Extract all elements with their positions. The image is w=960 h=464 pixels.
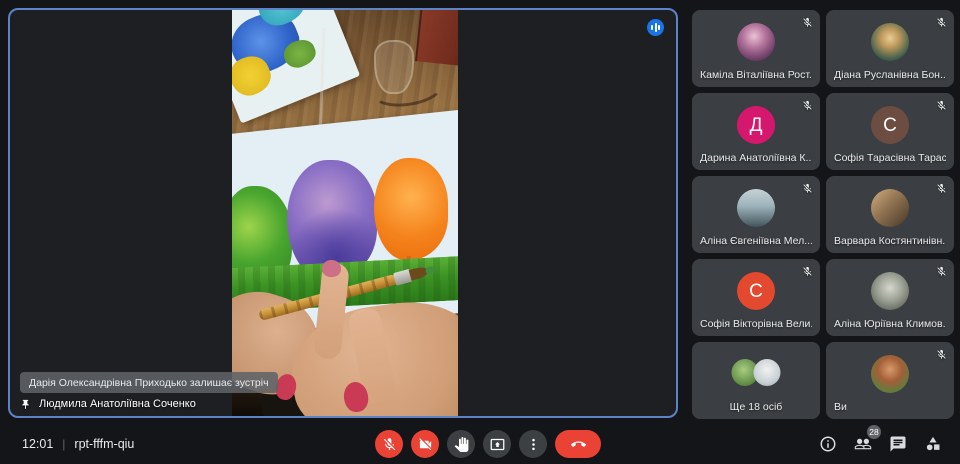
participants-grid: Каміла Віталіївна Рост... Діана Русланів… [692,10,954,419]
bottom-bar: 12:01 | rpt-fffm-qiu 28 [0,424,960,464]
meeting-info: 12:01 | rpt-fffm-qiu [22,424,134,464]
audio-level-indicator [647,19,664,36]
participant-name: Дарина Анатоліївна К... [700,152,812,164]
end-call-button[interactable] [555,430,601,458]
participants-count-badge: 28 [867,425,881,439]
raise-hand-button[interactable] [447,430,475,458]
avatar: С [871,106,909,144]
overflow-avatars [731,359,781,386]
avatar [871,355,909,393]
participant-name: Софія Вікторівна Вели... [700,318,812,330]
avatar [871,23,909,61]
video-glass-cup [374,40,414,94]
avatar [737,189,775,227]
participant-name: Діана Русланівна Бон... [834,69,946,81]
camera-toggle-button[interactable] [411,430,439,458]
avatar [737,23,775,61]
mic-off-icon [936,183,947,194]
participant-name: Ще 18 осіб [729,401,783,413]
main-video-feed [232,10,458,416]
participant-tile[interactable]: Аліна Юріївна Климов... [826,259,954,336]
present-screen-button[interactable] [483,430,511,458]
mic-off-icon [802,100,813,111]
main-video-tile[interactable]: Дарія Олександрівна Приходько залишає зу… [8,8,678,418]
mic-off-icon [936,349,947,360]
participant-tile[interactable]: Ще 18 осіб [692,342,820,419]
more-options-icon [526,437,541,452]
avatar [871,189,909,227]
activities-button[interactable] [922,433,944,455]
leaving-toast: Дарія Олександрівна Приходько залишає зу… [20,372,278,393]
participant-name: Каміла Віталіївна Рост... [700,69,812,81]
participant-name: Софія Тарасівна Тарас... [834,152,946,164]
mic-off-icon [802,17,813,28]
mic-off-icon [802,266,813,277]
divider: | [62,437,66,451]
avatar [871,272,909,310]
participant-tile[interactable]: Ви [826,342,954,419]
mic-off-icon [802,183,813,194]
participant-name: Варвара Костянтинівн... [834,235,946,247]
participant-name: Аліна Юріївна Климов... [834,318,946,330]
participant-tile[interactable]: Д Дарина Анатоліївна К... [692,93,820,170]
raise-hand-icon [454,437,469,452]
panel-buttons: 28 [817,424,944,464]
activities-icon [924,435,942,453]
avatar: Д [737,106,775,144]
mic-off-icon [936,266,947,277]
participant-tile[interactable]: С Софія Тарасівна Тарас... [826,93,954,170]
video-red-object [415,10,458,67]
mic-off-icon [936,100,947,111]
chat-icon [889,435,907,453]
present-screen-icon [490,437,505,452]
participant-name: Ви [834,401,847,413]
pinned-name-bar: Людмила Анатоліївна Соченко [20,398,196,410]
meeting-code: rpt-fffm-qiu [74,437,135,451]
avatar [753,359,781,386]
participant-tile[interactable]: С Софія Вікторівна Вели... [692,259,820,336]
call-controls [375,430,601,458]
chat-button[interactable] [887,433,909,455]
pin-icon [20,399,31,410]
paintbrush-paint-tip [424,265,436,276]
mic-off-icon [936,17,947,28]
meeting-details-button[interactable] [817,433,839,455]
camera-off-icon [418,437,433,452]
participant-tile[interactable]: Варвара Костянтинівн... [826,176,954,253]
more-options-button[interactable] [519,430,547,458]
clock-time: 12:01 [22,437,54,451]
participants-button[interactable]: 28 [852,425,881,455]
info-icon [819,435,837,453]
mic-off-icon [382,437,397,452]
call-end-icon [571,437,586,452]
participant-tile[interactable]: Каміла Віталіївна Рост... [692,10,820,87]
avatar: С [737,272,775,310]
participant-tile[interactable]: Діана Русланівна Бон... [826,10,954,87]
fingertip [322,260,341,277]
meet-app: Дарія Олександрівна Приходько залишає зу… [0,0,960,464]
participant-tile[interactable]: Аліна Євгеніївна Мел... [692,176,820,253]
pinned-participant-name: Людмила Анатоліївна Соченко [39,398,196,410]
mic-toggle-button[interactable] [375,430,403,458]
participant-name: Аліна Євгеніївна Мел... [700,235,812,247]
